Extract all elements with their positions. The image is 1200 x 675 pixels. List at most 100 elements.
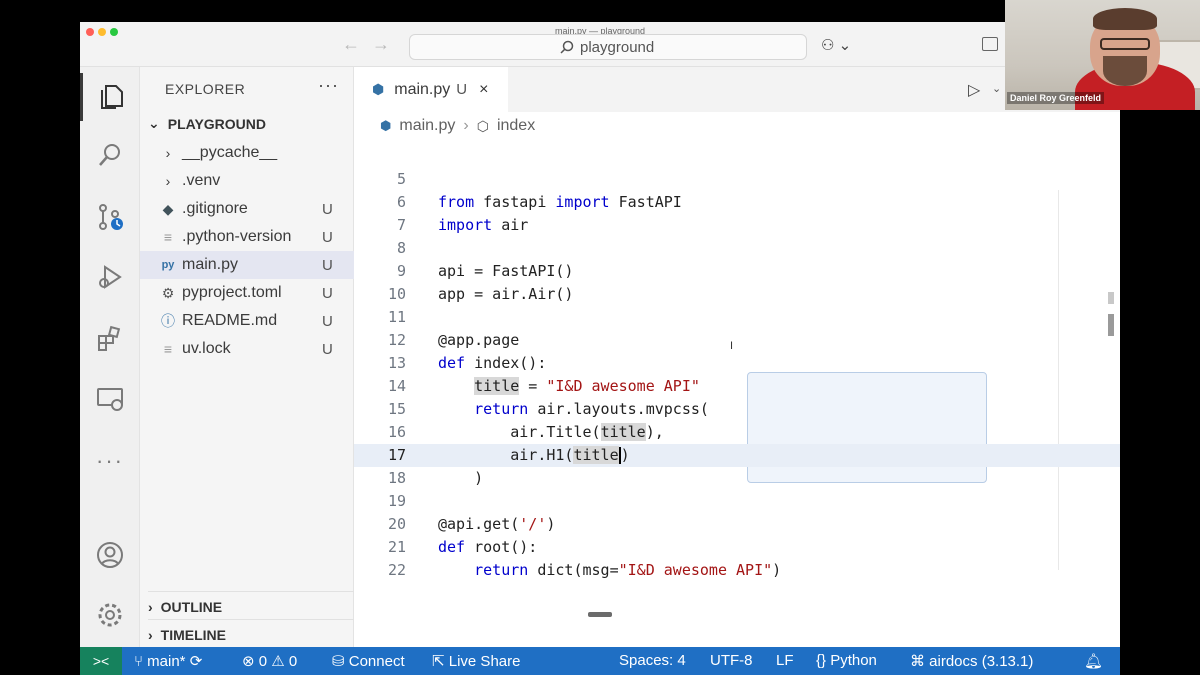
remote-explorer-icon[interactable] [80,375,140,423]
breadcrumb-symbol[interactable]: index [497,117,535,135]
activity-bar: ··· [80,67,140,647]
video-person-beard [1103,56,1147,86]
branch-status[interactable]: ⑂ main* ⟳ [134,652,202,670]
tree-item-label: README.md [182,312,278,329]
untracked-badge: U [322,256,333,274]
text-file-icon: ≡ [163,229,173,245]
participant-name: Daniel Roy Greenfeld [1007,92,1105,104]
symbol-method-icon: ⬡ [476,117,489,134]
code-line: 19 [387,492,406,510]
text-cursor [618,447,621,464]
eol-status[interactable]: LF [776,652,794,669]
explorer-title: EXPLORER [165,81,246,97]
more-icon[interactable]: ··· [80,437,140,485]
connect-status[interactable]: ⛁ Connect [332,652,405,670]
tree-item-uv-lock[interactable]: ≡ uv.lock U [140,335,354,363]
tree-item-label: pyproject.toml [182,284,282,301]
tree-item-label: .gitignore [182,200,248,217]
encoding-status[interactable]: UTF-8 [710,652,753,669]
code-line: 10 app = air.Air() [387,285,574,303]
code-line: 22 return dict(msg="I&D awesome API") [387,561,782,579]
chevron-right-icon: › [165,173,171,189]
language-label: Python [830,652,877,669]
tree-item-readme[interactable]: ⓘ README.md U [140,307,354,335]
code-line: 14 title = "I&D awesome API" [387,377,700,395]
connect-label: Connect [348,653,405,670]
scrollbar-marker[interactable] [1108,292,1114,304]
branch-name: main* [147,653,186,670]
code-line: 6 from fastapi import FastAPI [396,193,682,211]
search-icon[interactable] [80,131,140,179]
forward-arrow-icon[interactable]: → [372,35,390,53]
tree-item-gitignore[interactable]: ◆ .gitignore U [140,195,354,223]
interpreter-status[interactable]: ⌘ airdocs (3.13.1) [910,652,1033,670]
run-python-file-icon[interactable]: ▷ [968,80,980,100]
code-line: 13 def index(): [387,354,547,372]
tree-item-main-py[interactable]: py main.py U [140,251,354,279]
live-share-label: Live Share [448,653,521,670]
chevron-down-icon[interactable]: ⌄ [992,82,1001,95]
code-line: 8 [396,239,406,257]
explorer-icon[interactable] [80,73,140,121]
extensions-icon[interactable] [80,315,140,363]
title-bar: main.py — playground ← → playground ⚇ ⌄ [80,22,1120,67]
timeline-section-header[interactable]: › TIMELINE [148,619,354,647]
tree-item-venv[interactable]: › .venv [140,167,354,195]
explorer-sidebar: EXPLORER ··· ⌄ PLAYGROUND › __pycache__ … [140,67,354,647]
tree-item-label: .python-version [182,228,292,245]
search-icon [560,40,574,54]
chevron-down-icon: ⌄ [148,115,160,131]
git-file-icon: ◆ [162,200,174,217]
workspace-folder-header[interactable]: ⌄ PLAYGROUND [148,115,266,132]
video-person-glasses [1100,38,1150,50]
source-control-icon[interactable] [80,193,140,241]
language-status[interactable]: {} Python [816,652,877,669]
problems-status[interactable]: ⊗ 0 ⚠ 0 [242,652,297,670]
python-file-icon: ⬢ [380,118,392,133]
info-file-icon: ⓘ [161,313,175,329]
vscode-window: main.py — playground ← → playground ⚇ ⌄ … [80,22,1120,675]
chevron-right-icon: › [148,598,153,615]
tab-main-py[interactable]: ⬢ main.py U × [354,67,508,112]
code-line: 18 ) [387,469,484,487]
layout-toggle-icon[interactable] [982,37,998,51]
remote-indicator-icon[interactable]: >< [80,647,122,675]
tree-item-label: __pycache__ [182,144,278,161]
python-file-icon: ⬢ [372,81,385,97]
untracked-badge: U [322,284,333,302]
outline-section-header[interactable]: › OUTLINE [148,591,354,619]
command-center-search[interactable]: playground [409,34,807,60]
back-arrow-icon[interactable]: ← [342,35,360,53]
code-editor[interactable]: 5 6 from fastapi import FastAPI 7 import a… [354,140,1120,647]
webcam-video-tile: Daniel Roy Greenfeld [1005,0,1200,110]
close-tab-icon[interactable]: × [479,81,488,99]
run-debug-icon[interactable] [80,253,140,301]
interpreter-label: airdocs (3.13.1) [929,653,1034,670]
tree-item-python-version[interactable]: ≡ .python-version U [140,223,354,251]
panel-drag-handle[interactable] [588,612,612,617]
tree-item-pycache[interactable]: › __pycache__ [140,139,354,167]
code-line: 20 @api.get('/') [387,515,556,533]
chevron-right-icon: › [165,145,171,161]
code-line: 5 [396,170,406,188]
error-count: 0 [258,653,268,670]
tree-item-label: main.py [182,256,239,273]
indentation-status[interactable]: Spaces: 4 [619,652,686,669]
untracked-badge: U [322,340,333,358]
code-line: 16 air.Title(title), [387,423,664,441]
live-share-status[interactable]: ⇱ Live Share [432,652,520,670]
breadcrumb: ⬢ main.py › ⬡ index [354,112,1120,140]
breadcrumb-file[interactable]: main.py [399,117,455,135]
tree-item-pyproject[interactable]: ⚙ pyproject.toml U [140,279,354,307]
tab-label: main.py [394,80,451,98]
settings-gear-icon[interactable] [80,591,140,639]
code-line: 21 def root(): [387,538,538,556]
warning-count: 0 [288,653,298,670]
copilot-icon[interactable]: ⚇ ⌄ [821,36,851,54]
accounts-icon[interactable] [80,531,140,579]
workspace-folder-name: PLAYGROUND [167,115,267,132]
untracked-badge: U [322,312,333,330]
notifications-bell-icon[interactable]: 🔔︎ [1084,652,1103,670]
explorer-more-actions[interactable]: ··· [318,75,339,96]
scrollbar-thumb[interactable] [1108,314,1114,336]
